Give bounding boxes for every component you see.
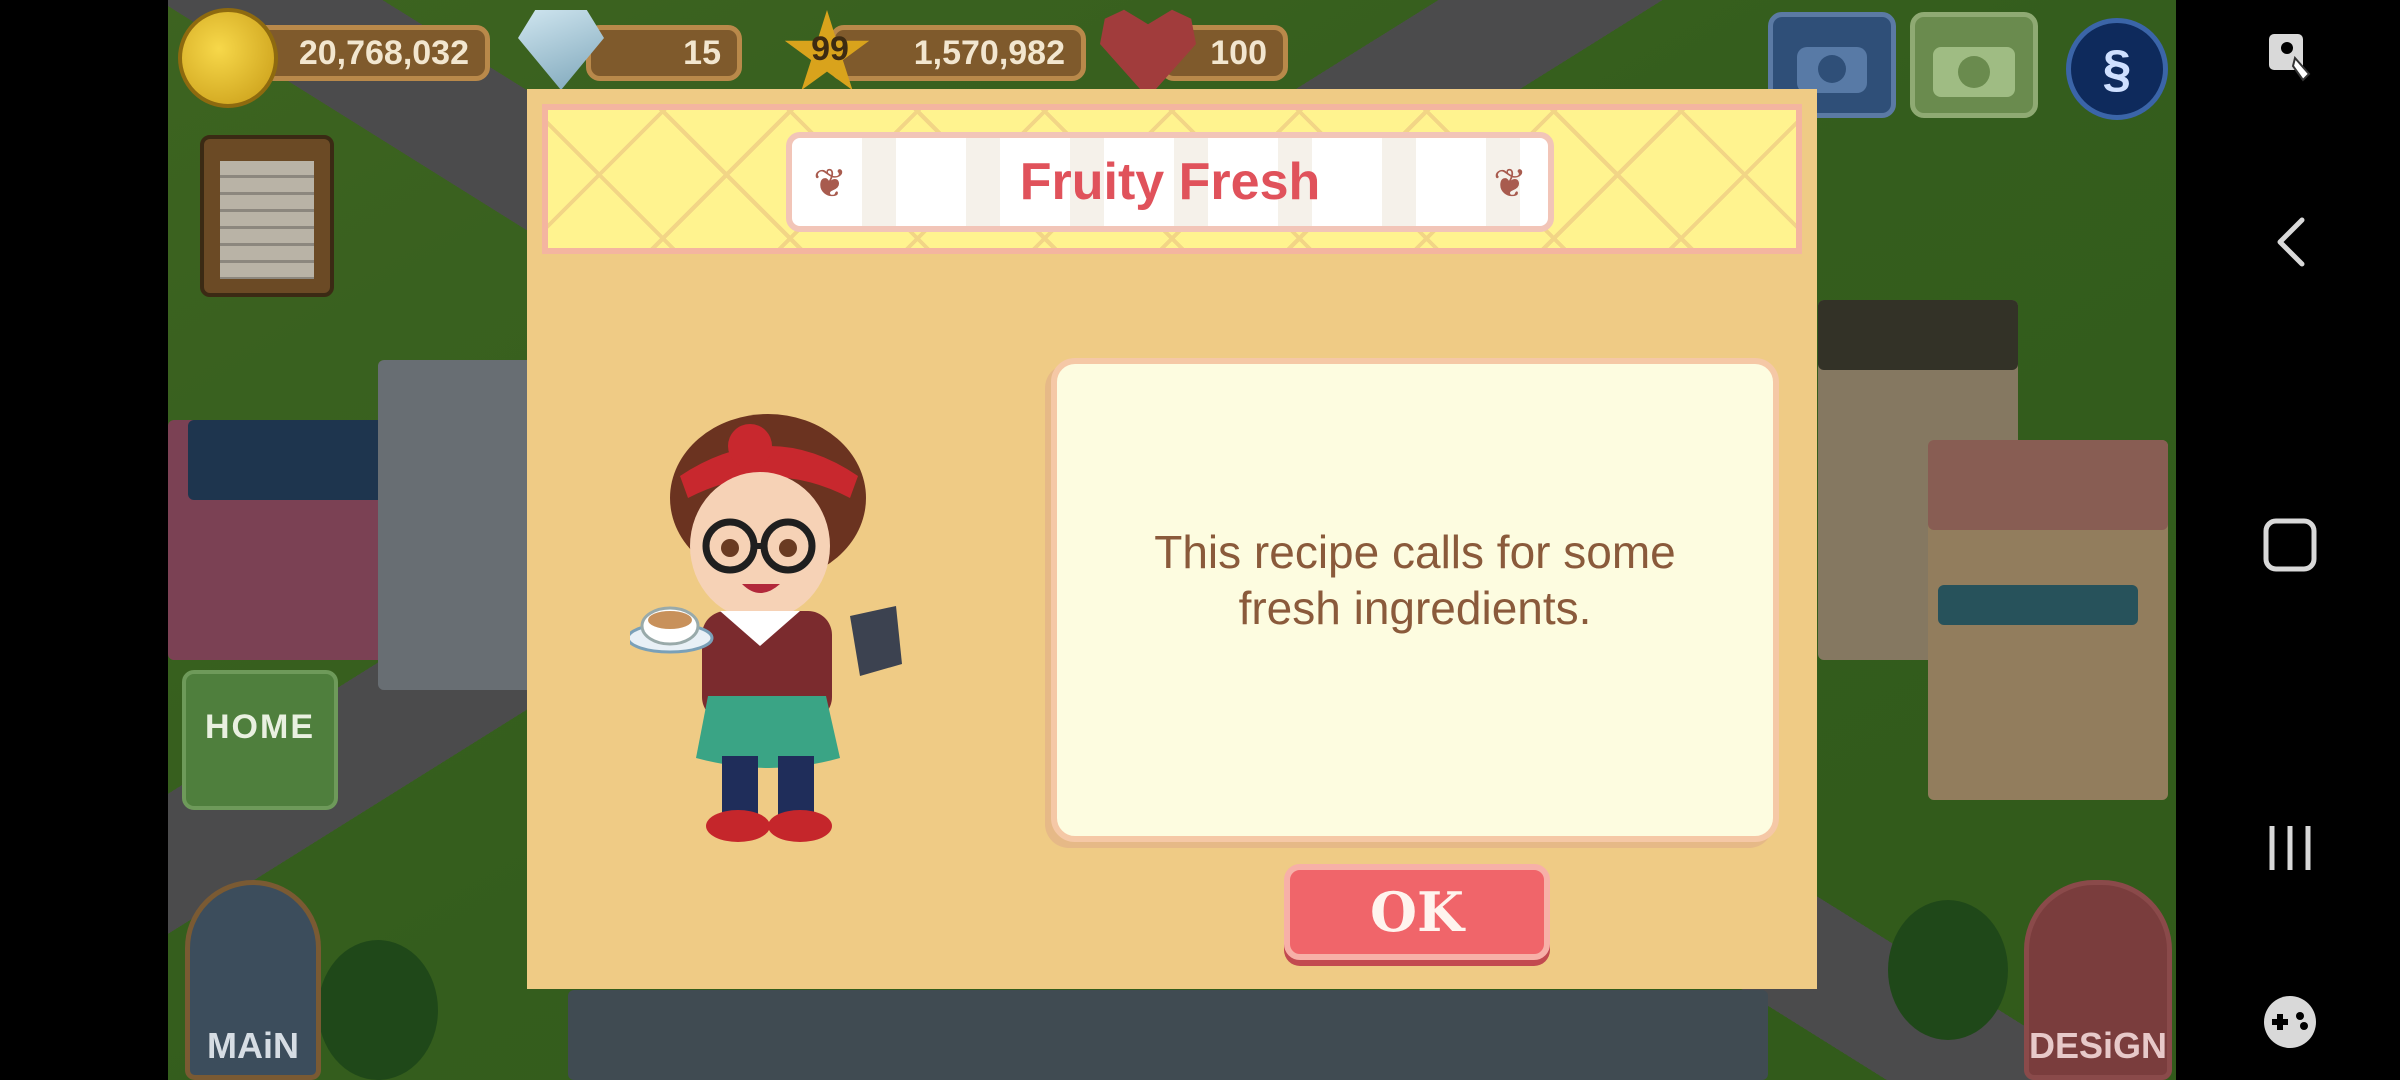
title-banner: ❦ Fruity Fresh ❦ [786, 132, 1554, 232]
coin-count: 20,768,032 [298, 33, 469, 72]
gem-counter: 15 [586, 25, 742, 81]
camera-button[interactable] [1910, 12, 2038, 118]
screen-lock-icon[interactable] [2265, 30, 2315, 86]
dialog-title: Fruity Fresh [1019, 153, 1321, 211]
s-badge-button[interactable]: § [2066, 18, 2168, 120]
s-badge-icon: § [2102, 40, 2132, 98]
design-button[interactable]: DESiGN [2024, 880, 2172, 1080]
home-button[interactable]: HOME [182, 670, 338, 810]
clipboard-icon [220, 161, 314, 279]
back-icon[interactable] [2270, 214, 2310, 270]
dialog-message: This recipe calls for some fresh ingredi… [1154, 526, 1676, 634]
flourish-left-icon: ❦ [813, 162, 847, 206]
coin-icon [178, 8, 278, 108]
dialog-header: ❦ Fruity Fresh ❦ [542, 104, 1802, 254]
recent-apps-icon[interactable] [2262, 820, 2318, 876]
message-box: This recipe calls for some fresh ingredi… [1051, 358, 1779, 842]
hearts-count: 100 [1210, 33, 1267, 72]
xp-counter: 1,570,982 [830, 25, 1086, 81]
clipboard-button[interactable] [200, 135, 334, 297]
ok-button[interactable]: OK [1284, 864, 1550, 960]
ok-label: OK [1370, 880, 1464, 944]
design-label: DESiGN [2029, 1025, 2168, 1066]
screen: 20,768,032 15 1,570,982 99 100 § HOME MA… [0, 0, 2400, 1080]
game-tools-icon[interactable] [2260, 994, 2320, 1050]
flourish-right-icon: ❦ [1493, 162, 1527, 206]
chef-character-icon [630, 414, 902, 842]
gem-count: 15 [683, 33, 721, 72]
xp-count: 1,570,982 [913, 33, 1065, 72]
level-number: 99 [811, 30, 849, 68]
home-nav-icon[interactable] [2262, 517, 2318, 573]
main-label: MAiN [207, 1025, 299, 1066]
main-button[interactable]: MAiN [185, 880, 321, 1080]
home-label: HOME [205, 708, 315, 746]
camera-icon [1933, 47, 2015, 97]
